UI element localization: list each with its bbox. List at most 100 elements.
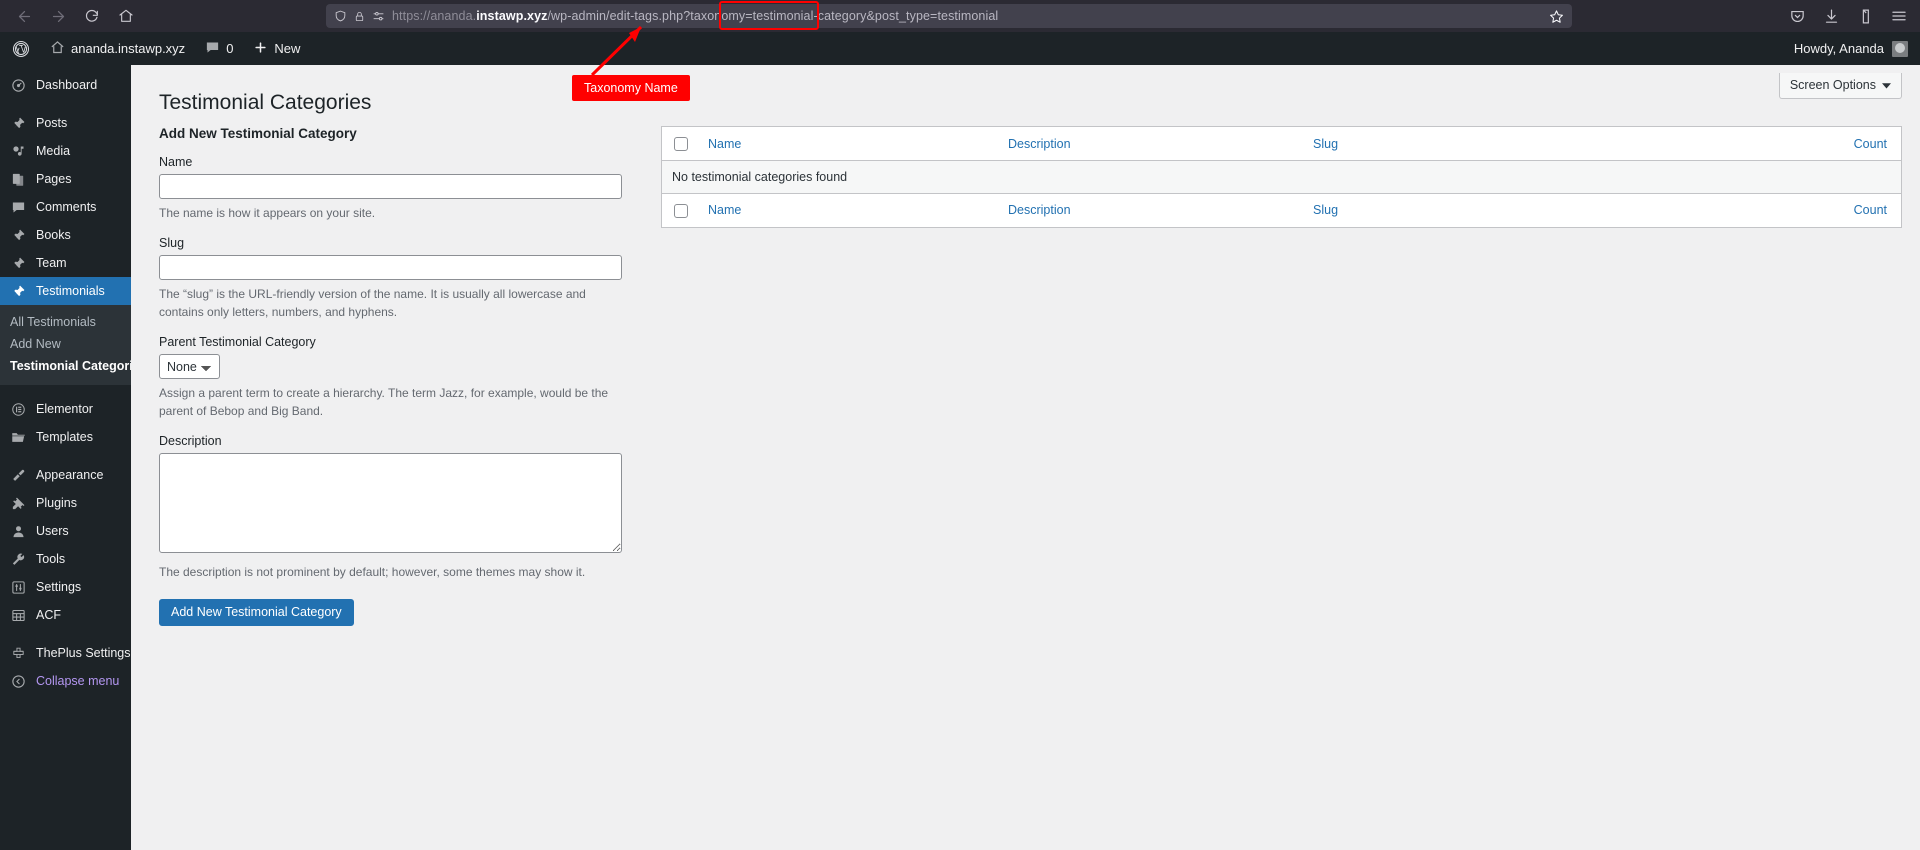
screen-options-button[interactable]: Screen Options <box>1778 73 1902 99</box>
back-arrow-icon[interactable] <box>10 2 38 30</box>
address-bar[interactable]: https://ananda.instawp.xyz/wp-admin/edit… <box>326 1 1572 30</box>
name-label: Name <box>159 155 193 170</box>
column-header-count[interactable]: Count <box>1533 126 1902 161</box>
no-items-message: No testimonial categories found <box>661 160 1902 194</box>
field-slug: Slug The “slug” is the URL-friendly vers… <box>159 236 629 321</box>
form-heading: Add New Testimonial Category <box>159 126 357 142</box>
browser-toolbar: https://ananda.instawp.xyz/wp-admin/edit… <box>0 0 1920 32</box>
column-header-description[interactable]: Description <box>998 126 1303 161</box>
sidebar-item-team[interactable]: Team <box>0 249 131 277</box>
home-icon <box>50 40 65 58</box>
star-bookmark-icon[interactable] <box>1549 9 1564 24</box>
sidebar-item-templates[interactable]: Templates <box>0 423 131 451</box>
home-icon[interactable] <box>112 2 140 30</box>
sidebar-item-elementor[interactable]: Elementor <box>0 395 131 423</box>
site-name-menu[interactable]: ananda.instawp.xyz <box>40 32 195 65</box>
submenu-item-testimonial-categories[interactable]: Testimonial Categories <box>0 355 147 377</box>
reload-icon[interactable] <box>78 2 106 30</box>
description-hint: The description is not prominent by defa… <box>159 565 586 580</box>
forward-arrow-icon[interactable] <box>44 2 72 30</box>
collapse-menu-label: Collapse menu <box>36 674 120 688</box>
slug-input[interactable] <box>159 255 622 281</box>
media-icon <box>10 143 27 160</box>
parent-label: Parent Testimonial Category <box>159 335 316 350</box>
slug-hint: The “slug” is the URL-friendly version o… <box>159 287 586 320</box>
sidebar-item-settings[interactable]: Settings <box>0 573 131 601</box>
menu-separator <box>0 385 131 395</box>
sidebar-item-label: Settings <box>36 580 82 594</box>
sidebar-item-plugins[interactable]: Plugins <box>0 489 131 517</box>
column-header-name[interactable]: Name <box>698 126 998 161</box>
new-content-menu[interactable]: New <box>243 32 310 65</box>
sidebar-item-label: Pages <box>36 172 72 186</box>
slug-label: Slug <box>159 236 185 251</box>
sidebar-item-label: Users <box>36 524 69 538</box>
sidebar-item-label: Team <box>36 256 67 270</box>
add-new-term-button[interactable]: Add New Testimonial Category <box>159 599 354 627</box>
parent-select[interactable]: None <box>159 354 220 380</box>
howdy-menu[interactable]: Howdy, Ananda <box>1794 32 1920 65</box>
chevron-down-icon <box>1882 78 1891 92</box>
wordpress-logo-icon[interactable] <box>0 32 40 65</box>
testimonials-submenu: All Testimonials Add New Testimonial Cat… <box>0 305 147 385</box>
sidebar-item-dashboard[interactable]: Dashboard <box>0 71 131 99</box>
name-input[interactable] <box>159 174 622 200</box>
sidebar-item-comments[interactable]: Comments <box>0 193 131 221</box>
parent-hint: Assign a parent term to create a hierarc… <box>159 386 609 419</box>
sidebar-item-media[interactable]: Media <box>0 137 131 165</box>
pocket-icon[interactable] <box>1786 5 1808 27</box>
comments-count: 0 <box>226 41 234 56</box>
column-footer-description[interactable]: Description <box>998 193 1303 228</box>
admin-content: Screen Options Testimonial Categories Ad… <box>131 65 1920 850</box>
site-permissions-icon[interactable] <box>372 10 385 23</box>
sidebar-item-label: Elementor <box>36 402 93 416</box>
column-footer-count[interactable]: Count <box>1533 193 1902 228</box>
select-all-checkbox-footer[interactable] <box>674 203 688 218</box>
sidebar-item-books[interactable]: Books <box>0 221 131 249</box>
table-footer-row: Name Description Slug Count <box>661 193 1902 228</box>
plus-icon <box>253 40 268 58</box>
sidebar-item-theplus-settings[interactable]: ThePlus Settings <box>0 639 131 667</box>
table-body: No testimonial categories found <box>661 160 1902 194</box>
table-foot: Name Description Slug Count <box>661 193 1902 228</box>
sidebar-item-acf[interactable]: ACF <box>0 601 131 629</box>
submenu-item-all-testimonials[interactable]: All Testimonials <box>0 311 131 333</box>
sidebar-item-users[interactable]: Users <box>0 517 131 545</box>
site-name-label: ananda.instawp.xyz <box>71 41 186 56</box>
content-columns: Add New Testimonial Category Name The na… <box>149 126 1902 627</box>
admin-sidebar-menu: Dashboard Posts Media Pages Comments Boo… <box>0 65 147 850</box>
collapse-menu-button[interactable]: Collapse menu <box>0 667 131 695</box>
admin-layout: Dashboard Posts Media Pages Comments Boo… <box>0 65 1920 850</box>
sidebar-item-testimonials[interactable]: Testimonials <box>0 277 131 305</box>
comments-menu[interactable]: 0 <box>195 32 243 65</box>
dashboard-icon <box>10 77 27 94</box>
shield-icon[interactable] <box>334 9 347 23</box>
user-icon <box>10 523 27 540</box>
sidebar-item-label: Templates <box>36 430 93 444</box>
sidebar-item-tools[interactable]: Tools <box>0 545 131 573</box>
lock-icon <box>354 10 365 23</box>
sidebar-item-posts[interactable]: Posts <box>0 109 131 137</box>
avatar <box>1892 40 1908 57</box>
empty-row: No testimonial categories found <box>661 160 1902 194</box>
elementor-icon <box>10 401 27 418</box>
sidebar-item-label: ACF <box>36 608 61 622</box>
table-head: Name Description Slug Count <box>661 126 1902 161</box>
sidebar-item-label: Testimonials <box>36 284 105 298</box>
column-footer-name[interactable]: Name <box>698 193 998 228</box>
select-all-checkbox[interactable] <box>674 137 688 151</box>
pin-icon <box>10 115 27 132</box>
sidebar-item-pages[interactable]: Pages <box>0 165 131 193</box>
downloads-icon[interactable] <box>1820 5 1842 27</box>
description-textarea[interactable] <box>159 453 622 554</box>
url-text[interactable]: https://ananda.instawp.xyz/wp-admin/edit… <box>392 9 1542 23</box>
column-footer-slug[interactable]: Slug <box>1303 193 1533 228</box>
pin-icon <box>10 255 27 272</box>
hamburger-menu-icon[interactable] <box>1888 5 1910 27</box>
column-header-slug[interactable]: Slug <box>1303 126 1533 161</box>
sidebar-item-appearance[interactable]: Appearance <box>0 461 131 489</box>
submenu-item-add-new[interactable]: Add New <box>0 333 131 355</box>
add-term-form: Add New Testimonial Category Name The na… <box>159 126 649 627</box>
terms-table: Name Description Slug Count No testimoni… <box>661 126 1902 228</box>
account-icon[interactable] <box>1854 5 1876 27</box>
